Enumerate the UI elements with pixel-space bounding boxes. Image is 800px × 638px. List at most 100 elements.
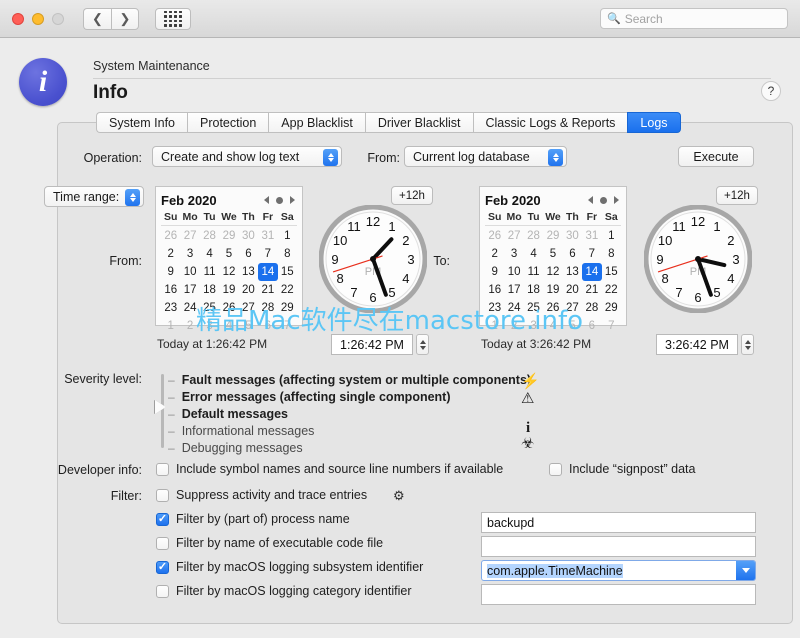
filter-text-field[interactable]	[481, 536, 756, 557]
calendar-day[interactable]: 4	[543, 317, 562, 335]
help-button[interactable]: ?	[761, 81, 781, 101]
tab-driver-blacklist[interactable]: Driver Blacklist	[364, 112, 473, 133]
calendar-prev-icon[interactable]	[588, 196, 593, 204]
calendar-day[interactable]: 21	[582, 281, 601, 299]
filter-combo-field[interactable]: com.apple.TimeMachine	[481, 560, 756, 581]
calendar-day[interactable]: 29	[219, 227, 238, 245]
filter-text-field[interactable]	[481, 584, 756, 605]
clock-to[interactable]: 1 2 3 4 5 6 7 8 9 10 11 12 PM	[644, 205, 752, 313]
calendar-prev-icon[interactable]	[264, 196, 269, 204]
calendar-day[interactable]: 9	[485, 263, 504, 281]
calendar-day[interactable]: 22	[278, 281, 297, 299]
tab-app-blacklist[interactable]: App Blacklist	[268, 112, 365, 133]
severity-level-row[interactable]: – Fault messages (affecting system or mul…	[168, 372, 531, 388]
filter-checkbox-box[interactable]	[156, 536, 169, 550]
to-time-field[interactable]: 3:26:42 PM	[656, 334, 738, 355]
filter-text-field[interactable]: backupd	[481, 512, 756, 533]
grid-dots-icon[interactable]	[155, 7, 191, 30]
filter-checkbox-box[interactable]	[156, 560, 169, 574]
calendar-day[interactable]: 27	[180, 227, 199, 245]
calendar-day[interactable]: 2	[485, 245, 504, 263]
calendar-day[interactable]: 16	[161, 281, 180, 299]
calendar-day[interactable]: 21	[258, 281, 277, 299]
calendar-day[interactable]: 4	[200, 245, 219, 263]
calendar-day[interactable]: 3	[504, 245, 523, 263]
calendar-day[interactable]: 28	[258, 299, 277, 317]
calendar-from-days[interactable]: 26 27 28 29 30 31 1 2 3 4 5 6 7 8 9 10 11 12 13 14 15 16 17 18 1…	[161, 227, 297, 335]
chevron-down-icon[interactable]	[736, 561, 755, 580]
from-plus12-button[interactable]: +12h	[391, 186, 433, 205]
calendar-day[interactable]: 19	[543, 281, 562, 299]
calendar-day[interactable]: 30	[239, 227, 258, 245]
calendar-day[interactable]: 4	[524, 245, 543, 263]
calendar-day[interactable]: 28	[582, 299, 601, 317]
time-range-popup[interactable]: Time range:	[44, 186, 144, 207]
calendar-day[interactable]: 26	[543, 299, 562, 317]
calendar-next-icon[interactable]	[614, 196, 619, 204]
calendar-day[interactable]: 9	[161, 263, 180, 281]
calendar-day[interactable]: 1	[278, 227, 297, 245]
filter-checkbox-box[interactable]	[156, 512, 169, 526]
severity-level-row[interactable]: – Error messages (affecting single compon…	[168, 389, 451, 405]
calendar-day[interactable]: 7	[278, 317, 297, 335]
time-range-stepper[interactable]	[125, 189, 140, 206]
calendar-day[interactable]: 31	[582, 227, 601, 245]
calendar-day[interactable]: 5	[219, 245, 238, 263]
calendar-day[interactable]: 8	[602, 245, 621, 263]
calendar-day[interactable]: 3	[200, 317, 219, 335]
calendar-day[interactable]: 6	[258, 317, 277, 335]
tab-system-info[interactable]: System Info	[96, 112, 187, 133]
calendar-day[interactable]: 28	[200, 227, 219, 245]
to-plus12-button[interactable]: +12h	[716, 186, 758, 205]
zoom-button[interactable]	[52, 12, 64, 25]
tab-classic-logs-reports[interactable]: Classic Logs & Reports	[472, 112, 628, 133]
calendar-day[interactable]: 29	[602, 299, 621, 317]
from-time-field[interactable]: 1:26:42 PM	[331, 334, 413, 355]
calendar-day[interactable]: 11	[200, 263, 219, 281]
calendar-day[interactable]: 27	[239, 299, 258, 317]
calendar-next-icon[interactable]	[290, 196, 295, 204]
calendar-day-selected[interactable]: 14	[582, 263, 602, 281]
minimize-button[interactable]	[32, 12, 44, 25]
calendar-day[interactable]: 18	[200, 281, 219, 299]
calendar-to-days[interactable]: 26 27 28 29 30 31 1 2 3 4 5 6 7 8 9 10 11 12 13 14 15 16 17 18 1…	[485, 227, 621, 335]
tab-logs[interactable]: Logs	[627, 112, 681, 133]
calendar-day[interactable]: 17	[504, 281, 523, 299]
filter-row-checkbox[interactable]: Filter by (part of) process name	[156, 512, 350, 526]
gear-icon[interactable]: ⚙	[393, 488, 405, 504]
calendar-day[interactable]: 6	[563, 245, 582, 263]
calendar-day[interactable]: 10	[180, 263, 199, 281]
checkbox-signpost[interactable]: Include “signpost” data	[549, 462, 695, 476]
tab-protection[interactable]: Protection	[187, 112, 269, 133]
calendar-day[interactable]: 5	[543, 245, 562, 263]
calendar-day[interactable]: 27	[504, 227, 523, 245]
calendar-day[interactable]: 7	[602, 317, 621, 335]
calendar-day[interactable]: 1	[602, 227, 621, 245]
calendar-day[interactable]: 13	[239, 263, 258, 281]
severity-level-row[interactable]: – Default messages	[168, 406, 288, 422]
calendar-day[interactable]: 12	[543, 263, 562, 281]
severity-level-row[interactable]: – Debugging messages	[168, 440, 303, 456]
calendar-day[interactable]: 7	[258, 245, 277, 263]
calendar-day[interactable]: 10	[504, 263, 523, 281]
calendar-day[interactable]: 19	[219, 281, 238, 299]
calendar-day[interactable]: 27	[563, 299, 582, 317]
severity-level-row[interactable]: – Informational messages	[168, 423, 314, 439]
calendar-day[interactable]: 18	[524, 281, 543, 299]
calendar-day[interactable]: 31	[258, 227, 277, 245]
calendar-day[interactable]: 23	[161, 299, 180, 317]
calendar-day[interactable]: 3	[180, 245, 199, 263]
calendar-day[interactable]: 20	[239, 281, 258, 299]
calendar-day[interactable]: 26	[485, 227, 504, 245]
calendar-day[interactable]: 3	[524, 317, 543, 335]
calendar-day[interactable]: 2	[180, 317, 199, 335]
checkbox-symbol-names-box[interactable]	[156, 462, 169, 476]
calendar-today-icon[interactable]	[276, 196, 283, 204]
calendar-to[interactable]: Feb 2020 Su Mo Tu We Th Fr Sa 26 27 28 29 30 31 1 2 3 4…	[479, 186, 627, 332]
calendar-day[interactable]: 16	[485, 281, 504, 299]
from-time-stepper[interactable]	[416, 334, 429, 355]
close-button[interactable]	[12, 12, 24, 25]
calendar-day[interactable]: 25	[200, 299, 219, 317]
checkbox-signpost-box[interactable]	[549, 462, 562, 476]
filter-row-checkbox[interactable]: Filter by macOS logging subsystem identi…	[156, 560, 423, 574]
